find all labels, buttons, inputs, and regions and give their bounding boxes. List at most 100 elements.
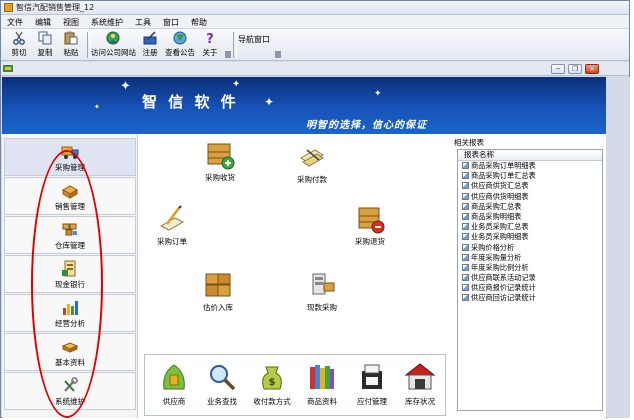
workflow-purchase-receive[interactable]: 采购收货 bbox=[190, 140, 250, 183]
register-button[interactable]: 注册 bbox=[139, 31, 161, 59]
view-notice-button[interactable]: 查看公告 bbox=[165, 31, 195, 59]
storehouse-icon bbox=[404, 363, 436, 390]
reports-column-header[interactable]: 报表名称 bbox=[458, 150, 602, 161]
report-name: 商品采购订单汇总表 bbox=[471, 171, 536, 181]
visit-website-label: 访问公司网站 bbox=[91, 48, 136, 57]
report-item[interactable]: 供应商供货明细表 bbox=[458, 192, 602, 202]
report-icon bbox=[462, 243, 469, 251]
report-item[interactable]: 供应商联系活动记录 bbox=[458, 273, 602, 283]
star-icon: ✦ bbox=[232, 79, 241, 90]
reports-title: 相关报表 bbox=[454, 138, 484, 147]
register-label: 注册 bbox=[142, 48, 158, 57]
quick-access-bar: 供应商 业务查找 $ 收付款方式 商品资料 应付管理 库存状况 bbox=[144, 354, 446, 416]
report-item[interactable]: 采购价格分析 bbox=[458, 243, 602, 253]
report-icon bbox=[462, 294, 469, 302]
workflow-valuation-stock-in[interactable]: 估价入库 bbox=[188, 270, 248, 313]
report-icon bbox=[462, 212, 469, 220]
view-notice-label: 查看公告 bbox=[165, 48, 195, 57]
copy-button[interactable]: 复制 bbox=[33, 31, 57, 59]
workflow-label: 采购付款 bbox=[297, 175, 327, 184]
quick-payables[interactable]: 应付管理 bbox=[349, 361, 395, 407]
menu-help[interactable]: 帮助 bbox=[185, 15, 213, 28]
report-icon bbox=[462, 202, 469, 210]
money-bag-icon: $ bbox=[262, 366, 282, 390]
stock-in-icon bbox=[205, 273, 231, 297]
menu-file[interactable]: 文件 bbox=[1, 15, 29, 28]
register-pen-icon bbox=[143, 31, 157, 45]
report-icon bbox=[462, 172, 469, 180]
quick-inventory-status[interactable]: 库存状况 bbox=[397, 361, 443, 407]
restore-button[interactable]: ❐ bbox=[568, 64, 582, 74]
window-title: 智信汽配销售管理_12 bbox=[16, 3, 95, 12]
about-button[interactable]: ? 关于 bbox=[199, 31, 221, 59]
quick-business-search[interactable]: 业务查找 bbox=[199, 361, 245, 407]
report-item[interactable]: 业务员采购汇总表 bbox=[458, 222, 602, 232]
visit-website-button[interactable]: 访问公司网站 bbox=[91, 31, 136, 59]
menu-edit[interactable]: 编辑 bbox=[29, 15, 57, 28]
books-icon bbox=[310, 365, 334, 389]
workflow-purchase-return[interactable]: 采购退货 bbox=[340, 204, 400, 247]
toolbar-grip[interactable] bbox=[275, 51, 281, 58]
report-name: 供应商报价记录统计 bbox=[471, 283, 536, 293]
report-icon bbox=[462, 263, 469, 271]
cut-button[interactable]: 剪切 bbox=[7, 31, 31, 59]
report-item[interactable]: 商品采购订单明细表 bbox=[458, 161, 602, 171]
report-item[interactable]: 商品采购订单汇总表 bbox=[458, 171, 602, 181]
menu-window[interactable]: 窗口 bbox=[157, 15, 185, 28]
workflow-label: 估价入库 bbox=[203, 303, 233, 312]
report-name: 采购价格分析 bbox=[471, 242, 515, 252]
report-item[interactable]: 供应商报价记录统计 bbox=[458, 283, 602, 293]
star-icon: ✦ bbox=[264, 95, 275, 109]
report-icon bbox=[462, 162, 469, 169]
workflow-cash-purchase[interactable]: 现款采购 bbox=[292, 270, 352, 313]
highlight-ring bbox=[31, 150, 103, 418]
toolbar-grip[interactable] bbox=[225, 51, 231, 58]
workflow-label: 采购订单 bbox=[157, 237, 187, 246]
report-item[interactable]: 商品采购汇总表 bbox=[458, 202, 602, 212]
help-icon: ? bbox=[206, 32, 214, 45]
report-name: 供应商供货明细表 bbox=[471, 191, 529, 201]
report-name: 供应商供货汇总表 bbox=[471, 181, 529, 191]
quick-label: 库存状况 bbox=[405, 397, 435, 406]
paste-button[interactable]: 粘贴 bbox=[59, 31, 83, 59]
star-icon: ✦ bbox=[94, 103, 100, 111]
quick-payment-methods[interactable]: $ 收付款方式 bbox=[249, 361, 295, 407]
report-name: 供应商回访记录统计 bbox=[471, 293, 536, 303]
nav-window-label[interactable]: 导航窗口 bbox=[238, 34, 270, 45]
minimize-button[interactable]: − bbox=[551, 64, 565, 74]
return-box-icon bbox=[358, 207, 385, 234]
banner: ✦ ✦ ✦ ✦ ✦ 智 信 软 件 明智的选择，信心的保证 bbox=[2, 77, 606, 134]
quick-label: 收付款方式 bbox=[253, 397, 291, 406]
workflow-purchase-payment[interactable]: 采购付款 bbox=[282, 142, 342, 185]
quick-supplier[interactable]: 供应商 bbox=[151, 361, 197, 407]
close-button[interactable]: × bbox=[585, 64, 599, 74]
report-item[interactable]: 业务员采购明细表 bbox=[458, 232, 602, 242]
report-name: 年度采购量分析 bbox=[471, 252, 522, 262]
report-icon bbox=[462, 274, 469, 282]
quick-product-data[interactable]: 商品资料 bbox=[299, 361, 345, 407]
order-pen-icon bbox=[159, 205, 185, 231]
menu-system[interactable]: 系统维护 bbox=[85, 15, 129, 28]
payable-icon bbox=[362, 364, 382, 389]
workflow-purchase-order[interactable]: 采购订单 bbox=[142, 204, 202, 247]
copy-label: 复制 bbox=[37, 48, 53, 57]
report-item[interactable]: 供应商供货汇总表 bbox=[458, 181, 602, 191]
paste-icon bbox=[64, 31, 78, 45]
window-right-edge bbox=[607, 77, 630, 418]
toolbar: 剪切 复制 粘贴 访问公司网站 注册 查看公告 ? 关于 导航窗口 bbox=[1, 29, 629, 61]
workflow-label: 采购退货 bbox=[355, 237, 385, 246]
menu-tools[interactable]: 工具 bbox=[129, 15, 157, 28]
report-name: 业务员采购明细表 bbox=[471, 232, 529, 242]
report-name: 供应商联系活动记录 bbox=[471, 273, 536, 283]
svg-text:$: $ bbox=[269, 377, 276, 388]
receive-box-icon bbox=[207, 143, 235, 170]
report-item[interactable]: 年度采购量分析 bbox=[458, 253, 602, 263]
about-label: 关于 bbox=[202, 48, 218, 57]
brand-name: 智 信 软 件 bbox=[142, 93, 239, 111]
report-item[interactable]: 年度采购比例分析 bbox=[458, 263, 602, 273]
report-item[interactable]: 商品采购明细表 bbox=[458, 212, 602, 222]
svg-text:?: ? bbox=[206, 32, 214, 45]
menu-view[interactable]: 视图 bbox=[57, 15, 85, 28]
report-item[interactable]: 供应商回访记录统计 bbox=[458, 293, 602, 303]
quick-label: 业务查找 bbox=[207, 397, 237, 406]
